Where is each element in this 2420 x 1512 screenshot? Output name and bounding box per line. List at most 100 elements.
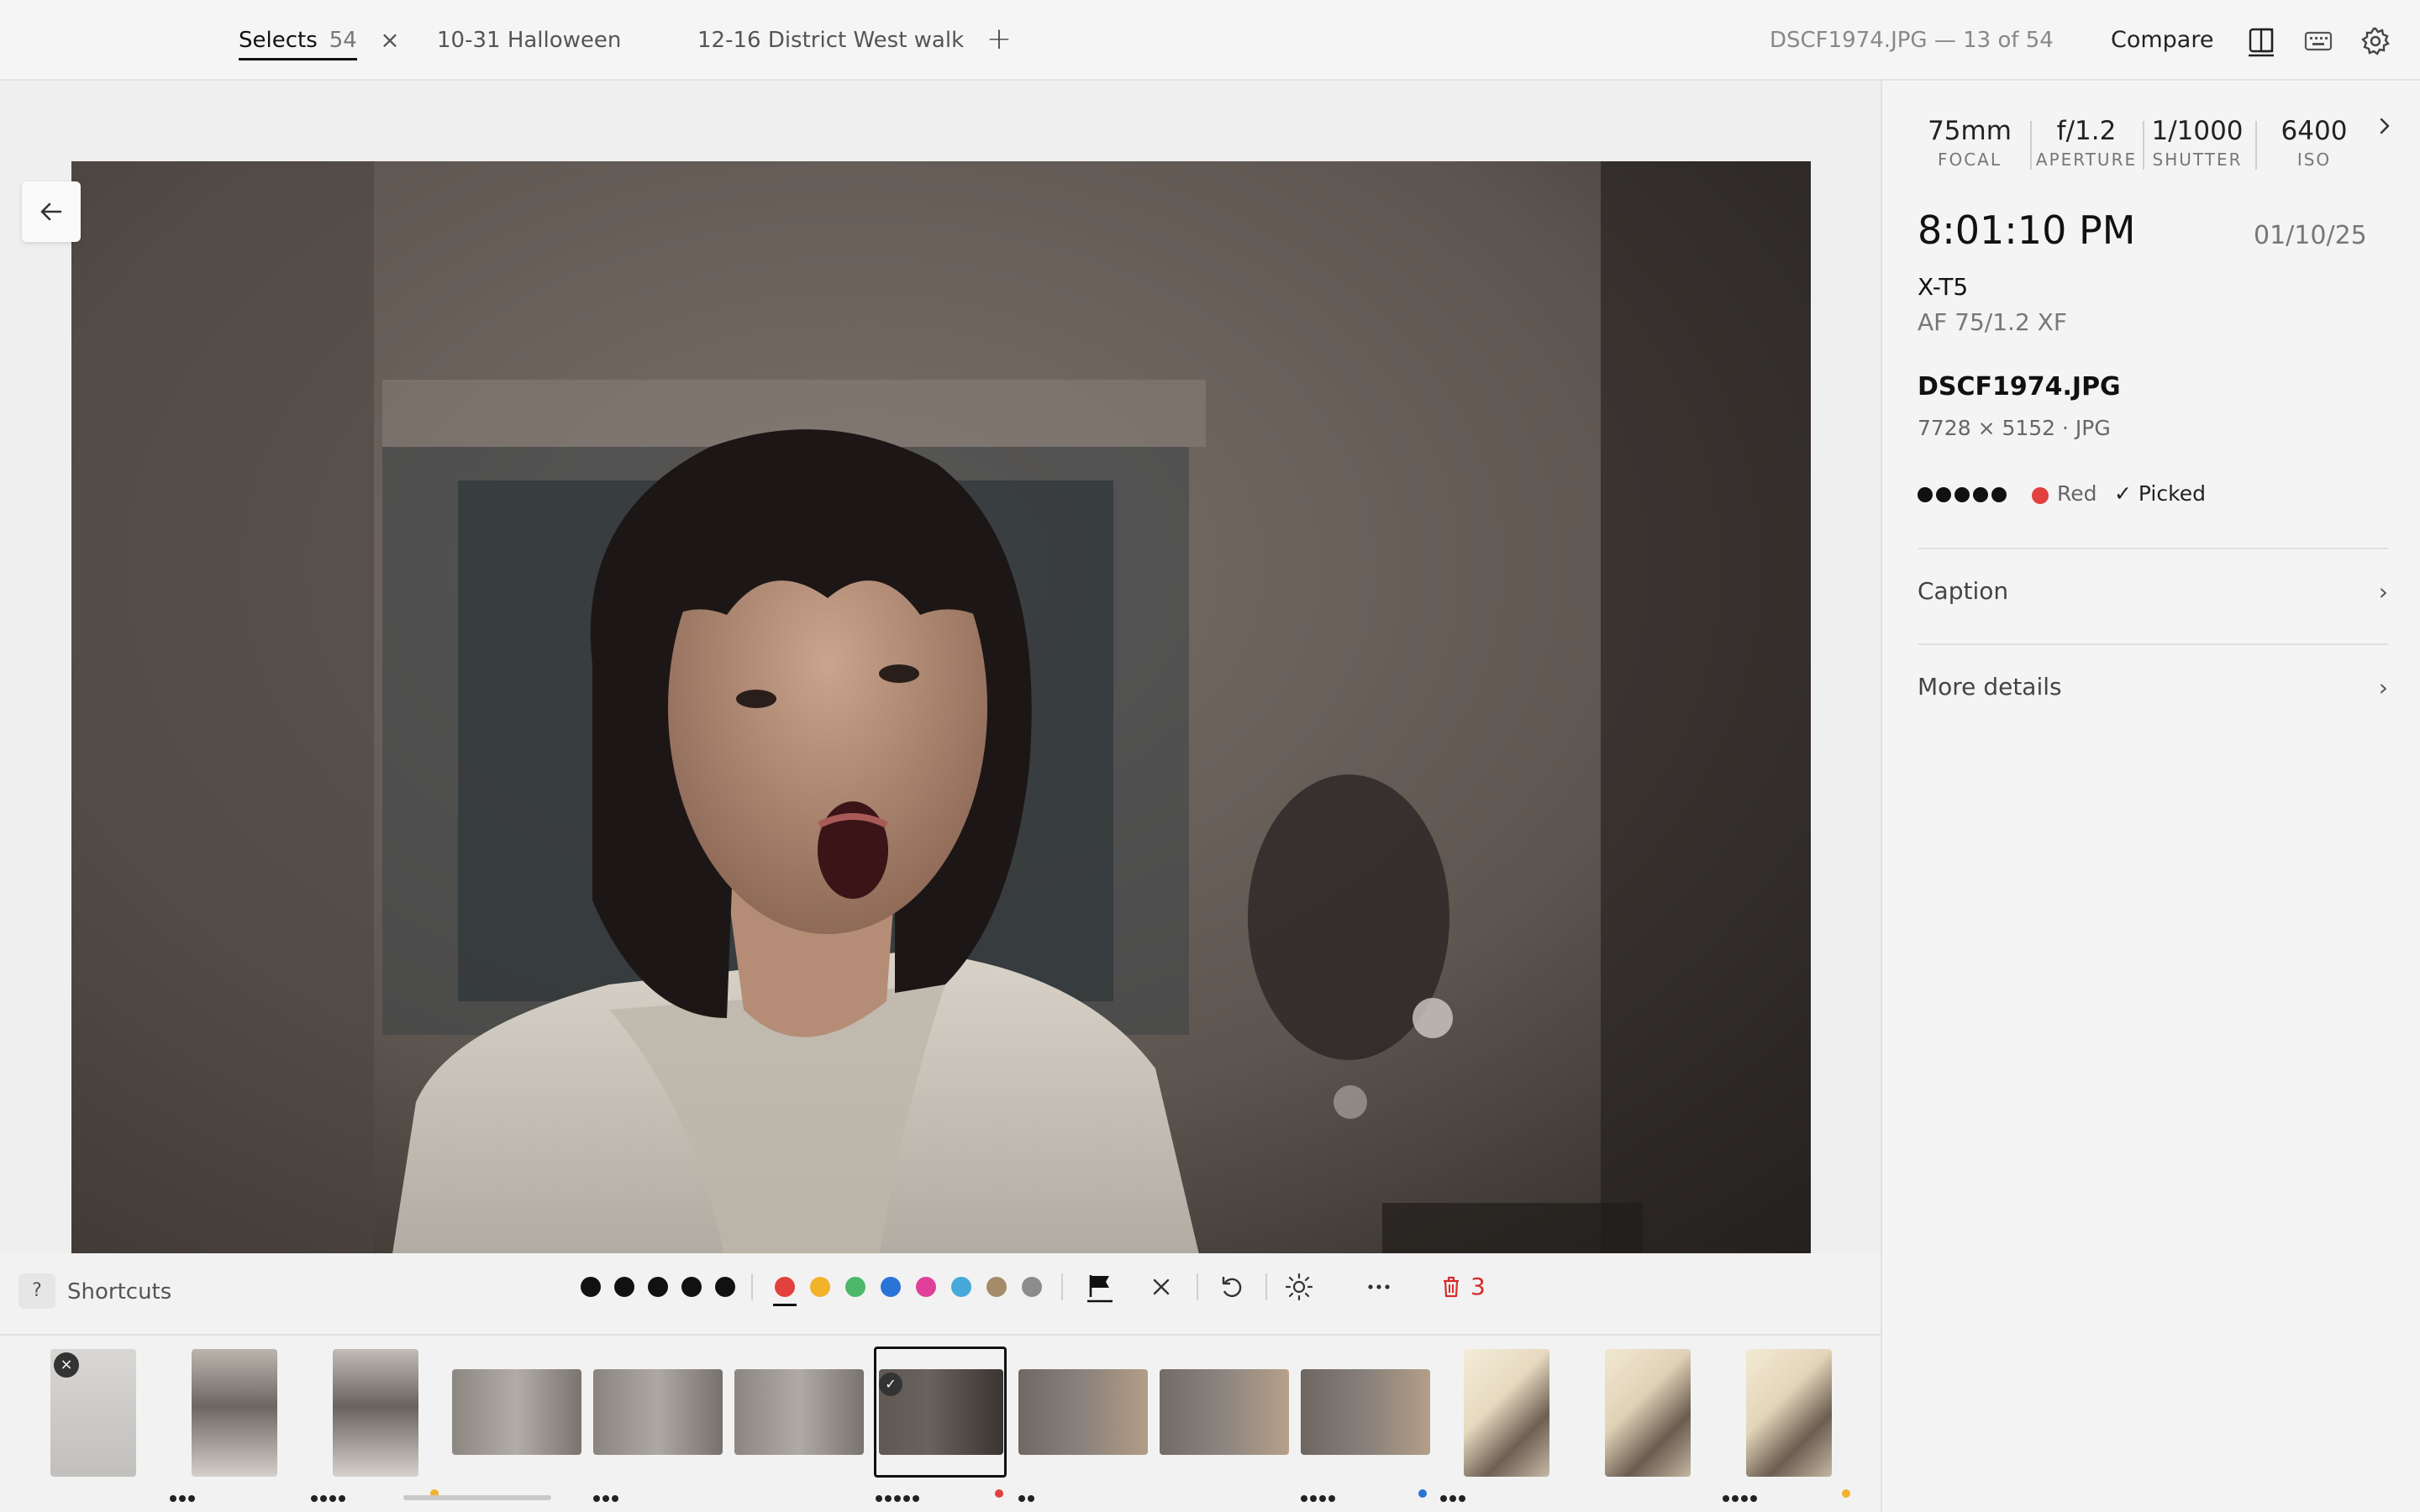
toolbar-divider <box>1265 1273 1267 1300</box>
filmstrip-thumbnail[interactable] <box>1746 1349 1832 1477</box>
rating-3-button[interactable] <box>648 1277 668 1297</box>
rejected-x-icon: × <box>54 1352 79 1378</box>
color-label-red-button[interactable] <box>775 1277 795 1297</box>
filmstrip-scrollbar[interactable] <box>403 1495 551 1500</box>
more-details-section[interactable]: More details › <box>1918 662 2388 712</box>
thumbnail-rating <box>593 1489 621 1502</box>
filmstrip-thumbnail[interactable] <box>452 1369 581 1455</box>
color-label-green-button[interactable] <box>845 1277 865 1297</box>
rating-4-button[interactable] <box>681 1277 702 1297</box>
filmstrip-thumbnail[interactable] <box>1018 1369 1148 1455</box>
picked-status[interactable]: ✓ Picked <box>2114 480 2206 508</box>
filmstrip-thumbnail[interactable] <box>1464 1349 1549 1477</box>
camera-model: X-T5 <box>1918 273 1969 301</box>
filmstrip-thumbnail[interactable] <box>734 1369 864 1455</box>
shortcuts-button[interactable]: Shortcuts <box>67 1277 171 1307</box>
rating-star[interactable] <box>1918 487 1933 502</box>
filmstrip-thumbnail[interactable] <box>1605 1349 1691 1477</box>
sidebar-toggle-icon[interactable] <box>2245 25 2277 57</box>
thumbnail-image <box>192 1349 277 1477</box>
rating-star[interactable] <box>1991 487 2007 502</box>
thumbnail-rating <box>170 1489 197 1502</box>
rating-5-button[interactable] <box>715 1277 735 1297</box>
exif-label: APERTURE <box>2035 150 2138 170</box>
chevron-right-icon: › <box>2378 674 2388 701</box>
back-button[interactable] <box>22 181 81 242</box>
color-label-yellow-button[interactable] <box>810 1277 830 1297</box>
rating-star[interactable] <box>1954 487 1970 502</box>
filmstrip-thumbnail[interactable] <box>1301 1369 1430 1455</box>
thumbnail-image <box>734 1369 864 1455</box>
thumbnail-image <box>1018 1369 1148 1455</box>
add-tab-icon[interactable]: + <box>985 24 1013 57</box>
thumbnail-image <box>333 1349 418 1477</box>
rating-2-button[interactable] <box>614 1277 634 1297</box>
thumbnail-image <box>593 1369 723 1455</box>
thumbnail-image <box>1746 1349 1832 1477</box>
color-label-blue-button[interactable] <box>881 1277 901 1297</box>
reject-x-icon[interactable] <box>1145 1271 1177 1303</box>
exif-divider <box>2255 121 2257 170</box>
toolbar-divider <box>751 1273 753 1300</box>
trash-count: 3 <box>1470 1273 1486 1300</box>
rating-star[interactable] <box>1936 487 1951 502</box>
lens-model: AF 75/1.2 XF <box>1918 308 2067 336</box>
exif-value: 1/1000 <box>2151 116 2244 146</box>
exif-focal: 75mm FOCAL <box>1926 114 2013 171</box>
photo-viewer <box>0 81 1881 1334</box>
thumbnail-image <box>1605 1349 1691 1477</box>
more-options-icon[interactable] <box>1363 1271 1395 1303</box>
color-label-pink-button[interactable] <box>916 1277 936 1297</box>
rating-1-button[interactable] <box>581 1277 601 1297</box>
thumbnail-rating <box>311 1489 348 1502</box>
toolbar-divider <box>1197 1273 1198 1300</box>
caption-section[interactable]: Caption › <box>1918 566 2388 617</box>
settings-gear-icon[interactable] <box>2360 25 2391 57</box>
thumbnail-rating <box>1018 1489 1037 1502</box>
exif-label: ISO <box>2296 150 2332 170</box>
color-label-gray-button[interactable] <box>1022 1277 1042 1297</box>
keyboard-icon[interactable] <box>2302 25 2334 57</box>
filmstrip-thumbnail[interactable] <box>192 1349 277 1477</box>
filmstrip-thumbnail[interactable] <box>1160 1369 1289 1455</box>
top-bar: Selects 54 × 10-31 Halloween 12-16 Distri… <box>0 0 2420 81</box>
file-name: DSCF1974.JPG <box>1918 372 2121 402</box>
close-tab-icon[interactable]: × <box>376 25 403 55</box>
trash-icon[interactable] <box>1435 1271 1467 1303</box>
tab-halloween[interactable]: 10-31 Halloween <box>437 25 621 59</box>
thumbnail-rating <box>1301 1489 1338 1502</box>
shortcuts-key-badge[interactable]: ? <box>18 1273 55 1309</box>
file-counter: DSCF1974.JPG — 13 of 54 <box>1770 28 2054 53</box>
pick-flag-icon[interactable] <box>1084 1271 1116 1303</box>
filmstrip-thumbnail[interactable] <box>333 1349 418 1477</box>
compare-button[interactable]: Compare <box>2111 25 2213 55</box>
filmstrip-thumbnail[interactable] <box>593 1369 723 1455</box>
color-label-cyan-button[interactable] <box>951 1277 971 1297</box>
exif-value: 6400 <box>2281 116 2348 146</box>
tab-count: 54 <box>329 28 357 53</box>
arrow-left-icon <box>40 202 62 221</box>
panel-collapse-chevron-icon[interactable] <box>2373 109 2398 143</box>
rating-star[interactable] <box>1973 487 1988 502</box>
exif-aperture: f/1.2 APERTURE <box>2032 114 2141 171</box>
thumbnail-color-label <box>1842 1489 1850 1498</box>
main-photo[interactable] <box>71 161 1811 1319</box>
tab-label: Selects <box>239 28 318 53</box>
rotate-icon[interactable] <box>1216 1271 1248 1303</box>
thumbnail-rating <box>1723 1489 1760 1502</box>
color-label-brown-button[interactable] <box>986 1277 1007 1297</box>
info-panel: 75mm FOCAL f/1.2 APERTURE 1/1000 SHUTTER… <box>1881 81 2420 1512</box>
tab-district-west-walk[interactable]: 12-16 District West walk <box>697 25 964 59</box>
section-divider <box>1918 643 2388 645</box>
tab-selects[interactable]: Selects 54 <box>239 25 357 60</box>
photo-culling-app: Selects 54 × 10-31 Halloween 12-16 Distri… <box>0 0 2420 1512</box>
selected-thumbnail-frame <box>874 1347 1007 1478</box>
bottom-toolbar: ? Shortcuts <box>0 1253 1881 1334</box>
active-tab-indicator <box>239 58 357 60</box>
thumbnail-image <box>1160 1369 1289 1455</box>
exif-iso: 6400 ISO <box>2265 114 2363 171</box>
brightness-icon[interactable] <box>1283 1271 1315 1303</box>
capture-date: 01/10/25 <box>2254 221 2367 250</box>
capture-time: 8:01:10 PM <box>1918 207 2136 253</box>
chevron-right-icon: › <box>2378 578 2388 606</box>
